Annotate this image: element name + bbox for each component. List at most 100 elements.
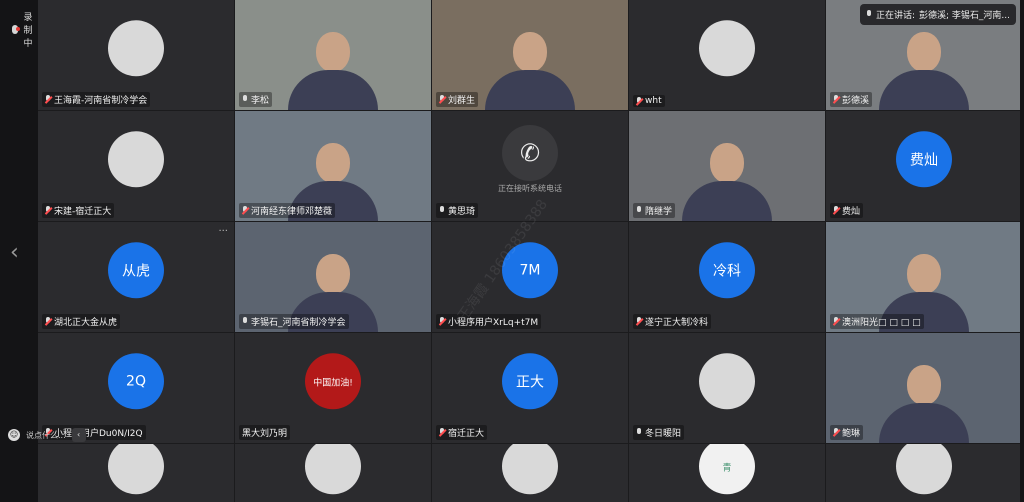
participant-name-label: 隋继学 <box>633 203 676 218</box>
participant-name-label: 宋建-宿迁正大 <box>42 203 115 218</box>
avatar <box>108 20 164 77</box>
participant-name-label: 刘群生 <box>436 92 479 107</box>
participant-tile[interactable]: 正大 宿迁正大 <box>432 333 628 443</box>
participant-tile[interactable]: 2Q 小程序用户Du0N/I2Q <box>38 333 234 443</box>
participant-tile[interactable]: 冬日暖阳 <box>629 333 825 443</box>
speaking-prefix: 正在讲话: <box>875 11 916 21</box>
participant-name-label: 黑大刘乃明 <box>239 425 291 440</box>
participant-tile[interactable]: 费灿 费灿 <box>826 111 1022 221</box>
mic-muted-icon <box>636 96 642 106</box>
participant-name: 遂宁正大制冷科 <box>645 318 709 328</box>
participant-name: 王海霞-河南省制冷学会 <box>54 96 148 106</box>
chat-bar[interactable]: ☺ 说点什么... ‹ <box>8 428 86 442</box>
participant-name: 湖北正大金从虎 <box>54 318 118 328</box>
participant-name-label: 冬日暖阳 <box>633 425 685 440</box>
video-grid: 王海霞-河南省制冷学会 李松 刘群生 wht 彭德溪宋建-宿迁正大 河南经东律师邓楚薇 ✆ 正… <box>38 0 1024 502</box>
participant-tile[interactable] <box>826 444 1022 502</box>
phone-call-icon: ✆ <box>502 124 558 181</box>
avatar: 中国加油! <box>305 353 361 410</box>
avatar <box>108 131 164 188</box>
participant-name: 宿迁正大 <box>448 429 485 439</box>
participant-tile[interactable]: 李锡石_河南省制冷学会 <box>235 222 431 332</box>
participant-name: 费灿 <box>842 207 861 217</box>
avatar <box>502 444 558 495</box>
participant-tile[interactable] <box>235 444 431 502</box>
participant-tile[interactable]: 王海霞-河南省制冷学会 <box>38 0 234 110</box>
participant-video-person <box>879 32 969 110</box>
participant-name-label: 遂宁正大制冷科 <box>633 314 712 329</box>
mic-icon <box>636 206 642 215</box>
participant-video-person <box>288 32 378 110</box>
participant-name-label: 鲍琳 <box>830 425 864 440</box>
participant-tile[interactable] <box>432 444 628 502</box>
participant-name: 河南经东律师邓楚薇 <box>251 207 333 217</box>
avatar <box>896 444 952 495</box>
participant-name-label: 费灿 <box>830 203 864 218</box>
speaking-names: 彭德溪; 李锡石_河南... <box>919 11 1010 21</box>
collapse-chevron-icon[interactable]: ‹ <box>71 428 86 442</box>
mic-muted-icon <box>242 206 248 215</box>
participant-name: 宋建-宿迁正大 <box>54 207 112 217</box>
participant-tile[interactable]: 澳洲阳光□ □ □ □ <box>826 222 1022 332</box>
participant-tile[interactable]: 青 <box>629 444 825 502</box>
participant-tile[interactable]: 鲍琳 <box>826 333 1022 443</box>
mic-muted-icon <box>833 206 839 215</box>
participant-tile[interactable]: wht <box>629 0 825 110</box>
more-options-icon[interactable]: ··· <box>218 226 228 237</box>
recording-indicator[interactable]: 录制中 <box>12 10 38 49</box>
participant-name: 彭德溪 <box>842 96 870 106</box>
participant-name: 李松 <box>251 96 270 106</box>
avatar <box>699 353 755 410</box>
mic-muted-icon <box>439 317 445 326</box>
participant-tile[interactable] <box>38 444 234 502</box>
participant-name: 冬日暖阳 <box>645 429 682 439</box>
speaking-indicator: 正在讲话: 彭德溪; 李锡石_河南... <box>859 4 1016 25</box>
participant-name-label: 小程序用户XrLq+t7M <box>436 314 542 329</box>
participant-name-label: 澳洲阳光□ □ □ □ <box>830 314 924 329</box>
participant-name: 鲍琳 <box>842 429 861 439</box>
participant-name: 澳洲阳光□ □ □ □ <box>842 318 921 328</box>
participant-tile[interactable]: 刘群生 <box>432 0 628 110</box>
mic-muted-icon <box>439 95 445 104</box>
mic-muted-icon <box>833 428 839 437</box>
participant-name: 黄思琦 <box>448 207 476 217</box>
participant-name-label: 李锡石_河南省制冷学会 <box>239 314 349 329</box>
previous-page-chevron-icon[interactable]: ‹ <box>10 240 19 265</box>
mic-muted-icon <box>45 95 51 104</box>
participant-name-label: 李松 <box>239 92 273 107</box>
participant-name-label: 宿迁正大 <box>436 425 488 440</box>
initials-avatar: 费灿 <box>896 131 952 188</box>
mic-icon <box>242 95 248 104</box>
mic-muted-icon <box>833 317 839 326</box>
participant-name-label: 彭德溪 <box>830 92 873 107</box>
avatar <box>305 444 361 495</box>
chat-input-placeholder[interactable]: 说点什么... <box>26 430 66 441</box>
participant-video-person <box>879 365 969 443</box>
participant-tile[interactable]: 从虎 湖北正大金从虎 ··· <box>38 222 234 332</box>
participant-name: 隋继学 <box>645 207 673 217</box>
avatar <box>108 444 164 495</box>
mic-muted-icon <box>833 95 839 104</box>
mic-muted-icon <box>636 317 642 326</box>
participant-name: 李锡石_河南省制冷学会 <box>251 318 346 328</box>
participant-tile[interactable]: 宋建-宿迁正大 <box>38 111 234 221</box>
participant-tile[interactable]: 冷科 遂宁正大制冷科 <box>629 222 825 332</box>
cloud-record-icon <box>12 25 21 34</box>
mic-muted-icon <box>45 206 51 215</box>
mic-muted-icon <box>439 428 445 437</box>
recording-label: 录制中 <box>23 13 33 49</box>
emoji-icon[interactable]: ☺ <box>8 429 20 441</box>
avatar <box>699 20 755 77</box>
left-sidebar: 录制中 ‹ <box>0 0 38 502</box>
participant-name-label: 王海霞-河南省制冷学会 <box>42 92 151 107</box>
participant-tile[interactable]: 中国加油! 黑大刘乃明 <box>235 333 431 443</box>
participant-tile[interactable]: 李松 <box>235 0 431 110</box>
phone-status-text: 正在接听系统电话 <box>498 184 562 193</box>
mic-muted-icon <box>45 317 51 326</box>
participant-name: 刘群生 <box>448 96 476 106</box>
participant-name-label: wht <box>633 95 665 107</box>
participant-tile[interactable]: 河南经东律师邓楚薇 <box>235 111 431 221</box>
participant-tile[interactable]: 隋继学 <box>629 111 825 221</box>
speaker-mic-icon <box>866 10 872 19</box>
participant-name-label: 湖北正大金从虎 <box>42 314 121 329</box>
